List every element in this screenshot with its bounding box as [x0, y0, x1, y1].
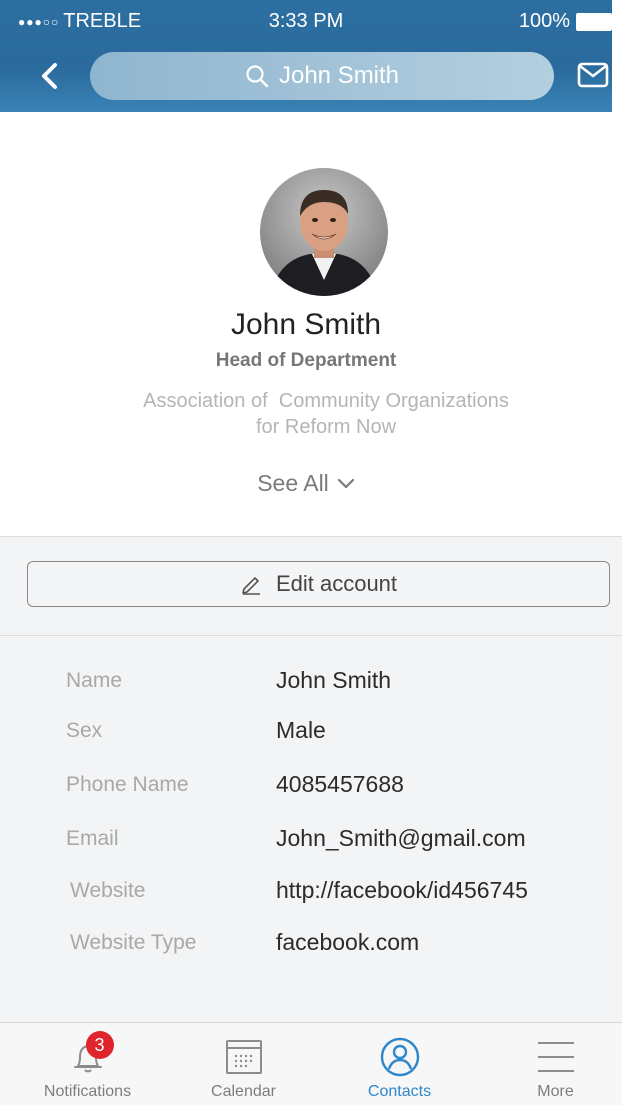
search-icon [246, 65, 269, 88]
detail-label: Sex [66, 719, 103, 742]
detail-row-email: Email John_Smith@gmail.com [0, 825, 622, 865]
back-button[interactable] [34, 60, 64, 92]
detail-value[interactable]: John_Smith@gmail.com [276, 825, 526, 852]
calendar-icon [225, 1040, 262, 1074]
detail-row-name: Name John Smith [0, 667, 622, 707]
profile-photo [260, 168, 388, 296]
notification-badge: 3 [85, 1031, 114, 1059]
account-details-section: Edit account Name John Smith Sex Male Ph… [0, 536, 622, 1022]
detail-label: Website [70, 879, 146, 902]
tab-label: Contacts [367, 1083, 432, 1100]
envelope-icon [577, 62, 609, 88]
edit-account-button[interactable]: Edit account [27, 561, 610, 607]
tab-bar: 3 Notifications Calendar Contacts More [0, 1022, 622, 1105]
chevron-left-icon [42, 63, 57, 89]
app-header: ●●●○○ TREBLE 3:33 PM 100% John Smith [0, 0, 612, 112]
tab-label: More [537, 1083, 574, 1100]
detail-label: Phone Name [66, 773, 189, 796]
section-divider [0, 635, 622, 636]
search-query: John Smith [278, 62, 400, 89]
pencil-icon [242, 577, 260, 595]
see-all-label: See All [257, 470, 329, 496]
contacts-icon [380, 1037, 419, 1077]
battery-percent: 100% [518, 10, 570, 32]
detail-row-website-type: Website Type facebook.com [0, 929, 622, 969]
search-bar[interactable]: John Smith [90, 52, 554, 100]
detail-row-phone: Phone Name 4085457688 [0, 771, 622, 811]
detail-label: Name [66, 669, 123, 692]
status-bar: ●●●○○ TREBLE 3:33 PM 100% [0, 0, 612, 40]
detail-value[interactable]: http://facebook/id456745 [276, 877, 528, 904]
detail-value[interactable]: 4085457688 [276, 771, 404, 798]
tab-label: Calendar [211, 1083, 276, 1100]
avatar [260, 168, 388, 296]
detail-label: Email [66, 827, 119, 850]
organization-line-1: Association of Community Organizations [143, 390, 509, 412]
detail-row-website: Website http://facebook/id456745 [0, 877, 622, 917]
nav-bar: John Smith [0, 50, 612, 102]
profile-organization: Association of Community Organizations f… [80, 388, 572, 440]
profile-section: John Smith Head of Department Associatio… [0, 112, 612, 536]
tab-label: Notifications [43, 1083, 132, 1100]
detail-value: Male [276, 717, 326, 743]
tab-notifications[interactable]: 3 Notifications [10, 1023, 165, 1105]
detail-value: facebook.com [276, 929, 420, 955]
detail-value: John Smith [276, 667, 392, 693]
detail-label: Website Type [70, 931, 197, 954]
battery-icon [576, 12, 612, 31]
tab-more[interactable]: More [478, 1023, 622, 1105]
menu-icon [537, 1042, 574, 1072]
mail-button[interactable] [576, 60, 610, 90]
tab-calendar[interactable]: Calendar [166, 1023, 321, 1105]
profile-job-title: Head of Department [215, 350, 397, 371]
profile-name: John Smith [230, 308, 382, 341]
organization-line-2: for Reform Now [255, 416, 397, 438]
see-all-button[interactable]: See All [0, 470, 612, 497]
battery-status: 100% [519, 10, 612, 33]
tab-contacts[interactable]: Contacts [322, 1023, 477, 1105]
edit-account-label: Edit account [275, 571, 398, 596]
detail-row-sex: Sex Male [0, 717, 622, 757]
chevron-down-icon [337, 478, 354, 488]
